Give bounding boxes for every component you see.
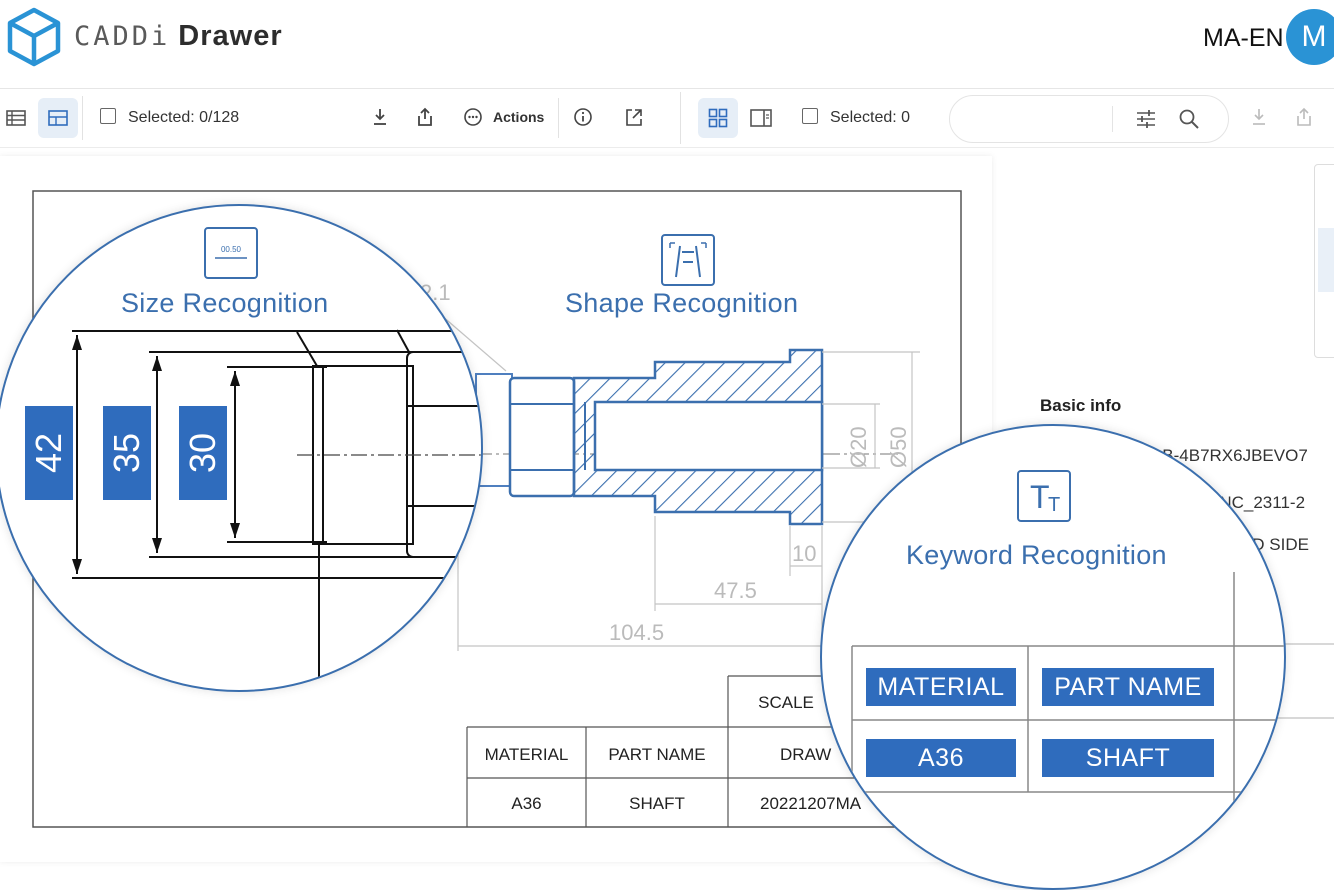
dim-chip-30: 30 [179, 406, 227, 500]
part-name-value: SHAFT [629, 794, 685, 813]
right-select-checkbox[interactable] [802, 108, 818, 124]
keyword-chip-part-name: PART NAME [1042, 668, 1214, 706]
keyword-recognition-heading: Keyword Recognition [906, 540, 1167, 570]
right-select-all[interactable]: Selected: 0 [802, 108, 910, 127]
search-divider [1112, 106, 1113, 132]
export-icon[interactable] [624, 107, 644, 127]
toolbar-divider [82, 96, 83, 140]
dim-104-5: 104.5 [609, 620, 664, 645]
keyword-chip-shaft: SHAFT [1042, 739, 1214, 777]
filter-icon[interactable] [1135, 108, 1157, 130]
left-selected-count: Selected: 0/128 [128, 109, 240, 126]
actions-button-label[interactable]: Actions [493, 109, 544, 125]
share-icon[interactable] [416, 107, 434, 127]
keyword-chip-material: MATERIAL [866, 668, 1016, 706]
app-brand[interactable]: CADDi Drawer [74, 20, 283, 53]
search-icon[interactable] [1178, 108, 1200, 130]
shape-recognition-icon [661, 234, 715, 286]
right-selected-count: Selected: 0 [830, 109, 911, 126]
left-select-all[interactable]: Selected: 0/128 [100, 108, 239, 127]
search-input[interactable] [964, 108, 1108, 132]
keyword-chip-a36: A36 [866, 739, 1016, 777]
grid-view-button[interactable] [698, 98, 738, 138]
keyword-recognition-magnifier: T T Keyword Recognition MATERIAL PART NA… [820, 424, 1286, 890]
shape-recognition-heading: Shape Recognition [565, 288, 799, 318]
cube-logo-icon [7, 7, 61, 67]
material-value: A36 [511, 794, 542, 813]
info-icon[interactable] [573, 107, 593, 127]
dim-10: 10 [792, 541, 816, 566]
keyword-table-lines: T T [851, 470, 1284, 888]
size-recognition-icon: 00.50 [204, 227, 258, 279]
card-view-button[interactable] [38, 98, 78, 138]
brand-prefix: CADDi [74, 21, 171, 52]
card-view-icon [48, 110, 68, 126]
share-icon-disabled[interactable] [1295, 107, 1313, 127]
actions-icon[interactable] [463, 107, 483, 127]
size-recognition-heading: Size Recognition [121, 288, 329, 318]
dim-chip-42: 42 [25, 406, 73, 500]
brand-suffix: Drawer [178, 20, 283, 52]
basic-info-heading: Basic info [1040, 396, 1122, 415]
pane-divider [680, 92, 681, 144]
svg-text:T: T [1048, 494, 1060, 516]
split-view-icon [750, 109, 772, 127]
list-view-button[interactable] [0, 98, 36, 138]
dim-chip-35-label: 35 [106, 432, 147, 474]
thumbnail-selected[interactable] [1318, 228, 1334, 292]
size-recognition-magnifier: 00.50 Size Recognition 42 35 30 [0, 204, 483, 692]
material-label: MATERIAL [484, 745, 569, 764]
dim-chip-42-label: 42 [28, 432, 69, 474]
size-icon-text: 00.50 [221, 245, 242, 254]
toolbar-divider [558, 98, 559, 138]
list-view-icon [6, 110, 26, 126]
text-type-icon: T T [1017, 470, 1071, 522]
dim-47-5: 47.5 [714, 578, 757, 603]
grid-view-icon [708, 108, 728, 128]
search-field[interactable] [949, 95, 1229, 143]
download-icon-disabled[interactable] [1250, 107, 1268, 127]
download-icon[interactable] [371, 107, 389, 127]
user-avatar[interactable]: M [1286, 9, 1334, 65]
part-name-label: PART NAME [608, 745, 706, 764]
dim-chip-30-label: 30 [182, 432, 223, 474]
user-code: MA-EN [1203, 24, 1284, 52]
select-all-checkbox[interactable] [100, 108, 116, 124]
svg-text:T: T [1030, 479, 1050, 515]
split-view-button[interactable] [741, 98, 781, 138]
dim-chip-35: 35 [103, 406, 151, 500]
